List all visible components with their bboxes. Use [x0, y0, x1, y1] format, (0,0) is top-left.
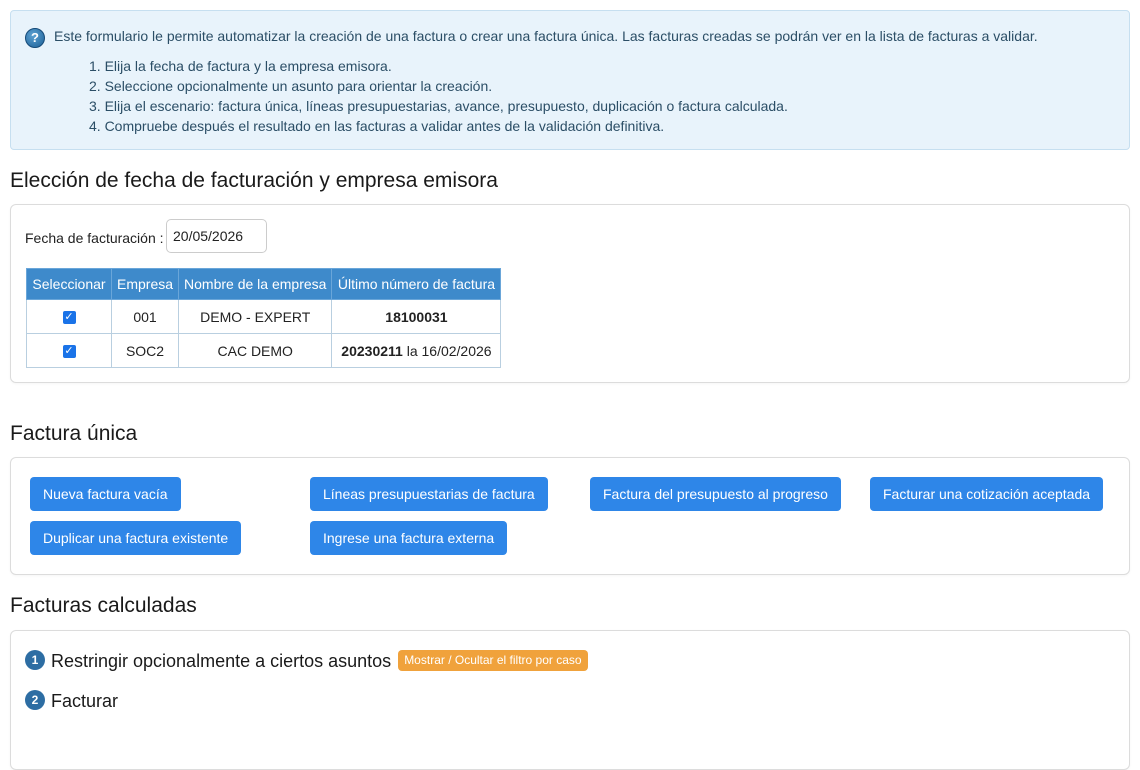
last-invoice-number: 20230211 [341, 342, 403, 359]
help-question-icon: ? [25, 28, 45, 48]
section-title-single: Factura única [10, 422, 138, 445]
column-header-company-name: Nombre de la empresa [178, 268, 333, 300]
step-restrict-cases: 1 Restringir opcionalmente a ciertos asun… [25, 649, 588, 673]
info-steps: 1. Elija la fecha de factura y la empres… [89, 56, 788, 136]
section-title-calculated: Facturas calculadas [10, 594, 197, 617]
select-cell: ✓ [26, 299, 112, 334]
step-number-badge: 1 [25, 650, 45, 671]
company-name: CAC DEMO [178, 333, 333, 368]
last-invoice-number: 18100031 [385, 308, 448, 325]
section-title-dates: Elección de fecha de facturación y empre… [10, 169, 498, 192]
table-row: ✓ 001 DEMO - EXPERT 18100031 [26, 299, 502, 334]
table-header-row: Seleccionar Empresa Nombre de la empresa… [26, 268, 502, 300]
company-code: 001 [110, 299, 180, 334]
dates-card: Fecha de facturación : Seleccionar Empre… [10, 204, 1130, 383]
last-invoice-cell: 20230211 la 16/02/2026 [331, 333, 502, 368]
calculated-invoices-card: 1 Restringir opcionalmente a ciertos asun… [10, 630, 1130, 770]
info-step: 1. Elija la fecha de factura y la empres… [89, 58, 392, 74]
info-step: 4. Compruebe después el resultado en las… [89, 118, 665, 134]
select-cell: ✓ [26, 333, 112, 368]
duplicate-invoice-button[interactable]: Duplicar una factura existente [30, 521, 242, 555]
budget-progress-invoice-button[interactable]: Factura del presupuesto al progreso [590, 477, 841, 511]
budget-lines-invoice-button[interactable]: Líneas presupuestarias de factura [310, 477, 548, 511]
last-invoice-date: la 16/02/2026 [406, 342, 492, 359]
external-invoice-button[interactable]: Ingrese una factura externa [310, 521, 508, 555]
company-name: DEMO - EXPERT [178, 299, 333, 334]
new-empty-invoice-button[interactable]: Nueva factura vacía [30, 477, 181, 511]
info-step: 3. Elija el escenario: factura única, lí… [89, 98, 788, 114]
column-header-last-invoice: Último número de factura [331, 268, 502, 300]
info-intro: Este formulario le permite automatizar l… [54, 28, 1038, 44]
step-number-badge: 2 [25, 690, 45, 711]
last-invoice-cell: 18100031 [331, 299, 502, 334]
date-label: Fecha de facturación : [25, 230, 164, 246]
toggle-case-filter-button[interactable]: Mostrar / Ocultar el filtro por caso [398, 649, 588, 671]
info-box: ? Este formulario le permite automatizar… [10, 10, 1130, 150]
table-row: ✓ SOC2 CAC DEMO 20230211 la 16/02/2026 [26, 333, 502, 368]
step-label[interactable]: Facturar [51, 691, 118, 711]
column-header-company: Empresa [110, 268, 180, 300]
step-label: Restringir opcionalmente a ciertos asunt… [51, 651, 392, 671]
single-invoice-card: Nueva factura vacía Líneas presupuestari… [10, 457, 1130, 575]
info-step: 2. Seleccione opcionalmente un asunto pa… [89, 78, 493, 94]
select-checkbox[interactable]: ✓ [62, 311, 76, 325]
company-code: SOC2 [110, 333, 180, 368]
billing-date-input[interactable] [166, 219, 267, 253]
companies-table: Seleccionar Empresa Nombre de la empresa… [26, 268, 502, 368]
step-invoice: 2 Facturar [25, 690, 118, 712]
column-header-select: Seleccionar [26, 268, 112, 300]
select-checkbox[interactable]: ✓ [62, 345, 76, 359]
invoice-accepted-quote-button[interactable]: Facturar una cotización aceptada [870, 477, 1104, 511]
